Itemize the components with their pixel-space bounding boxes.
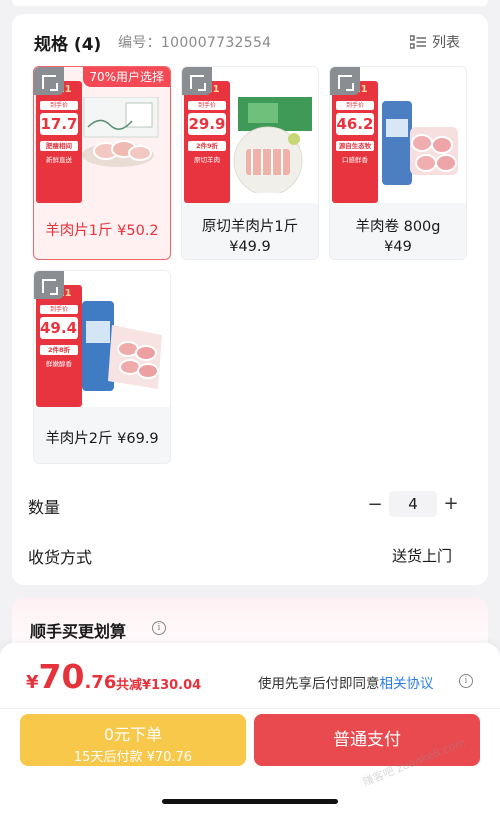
sku-name: 羊肉片2斤 ¥69.9 xyxy=(45,431,159,447)
checkout-bar: ¥70.76 共减¥130.04 使用先享后付即同意相关协议 i 0元下单 15… xyxy=(0,643,500,817)
poster-feature: 肥瘦相间 xyxy=(40,141,78,151)
quantity-plus-button[interactable]: + xyxy=(442,493,460,514)
quantity-minus-button[interactable]: − xyxy=(366,494,384,515)
sku-name: 羊肉卷 800g xyxy=(355,219,441,235)
popularity-badge: 70%用户选择 xyxy=(83,67,170,87)
sku-image: 11.11 到手价 29.9 2件9折 原切羊肉 xyxy=(182,67,318,203)
pay-later-button[interactable]: 0元下单 15天后付款 ¥70.76 xyxy=(20,714,246,766)
poster-feature: 新鲜直送 xyxy=(46,156,72,164)
poster-feature: 口感鲜香 xyxy=(342,156,368,164)
sku-price: ¥49 xyxy=(384,239,412,255)
info-icon[interactable]: i xyxy=(152,621,166,635)
list-icon xyxy=(410,35,426,49)
list-toggle-label: 列表 xyxy=(432,35,460,51)
zoom-icon[interactable] xyxy=(34,271,64,299)
poster-tag: 到手价 xyxy=(336,101,374,110)
poster-price: 49.41 xyxy=(40,317,88,339)
promo-poster: 11.11 到手价 17.7 肥瘦相间 新鲜直送 xyxy=(36,81,82,203)
upsell-title: 顺手买更划算 xyxy=(30,622,127,641)
list-view-toggle[interactable]: 列表 xyxy=(410,32,460,52)
pay-later-title: 0元下单 xyxy=(103,725,163,744)
sku-name: 羊肉片1斤 ¥50.2 xyxy=(45,223,159,239)
quantity-label: 数量 xyxy=(28,498,61,517)
zoom-icon[interactable] xyxy=(182,67,212,95)
zoom-icon[interactable] xyxy=(34,67,64,95)
poster-price: 17.7 xyxy=(40,113,78,135)
product-code: 编号：100007732554 xyxy=(118,35,272,51)
poster-feature: 源自生态牧场 xyxy=(336,141,374,160)
zoom-icon[interactable] xyxy=(330,67,360,95)
product-image xyxy=(82,97,159,167)
poster-feature: 原切羊肉 xyxy=(194,156,220,164)
poster-price: 29.9 xyxy=(188,113,226,135)
sku-price: ¥49.9 xyxy=(229,239,271,255)
home-indicator xyxy=(162,799,338,804)
poster-tag: 到手价 xyxy=(188,101,226,110)
sku-image: 11.11 到手价 46.2 源自生态牧场 口感鲜香 xyxy=(330,67,466,203)
quantity-input[interactable]: 4 xyxy=(389,491,437,517)
promo-poster: 11.11 到手价 29.9 2件9折 原切羊肉 xyxy=(184,81,230,203)
product-image xyxy=(82,301,162,391)
divider xyxy=(0,708,500,709)
sku-option-3[interactable]: 11.11 到手价 46.2 源自生态牧场 口感鲜香 羊肉卷 800g ¥49 xyxy=(329,66,467,260)
currency-symbol: ¥ xyxy=(26,672,39,693)
previous-card-edge xyxy=(12,0,488,6)
price-decimal: .76 xyxy=(84,672,117,693)
promo-poster: 11.11 到手价 49.41 2件8折 鲜嫩醇香 xyxy=(36,285,88,407)
poster-tag: 到手价 xyxy=(40,101,78,110)
sku-option-2[interactable]: 11.11 到手价 29.9 2件9折 原切羊肉 原切羊肉片1斤 ¥49.9 xyxy=(181,66,319,260)
pay-later-subtitle: 15天后付款 ¥70.76 xyxy=(73,750,193,765)
poster-feature: 2件9折 xyxy=(188,141,226,151)
poster-tag: 到手价 xyxy=(40,305,78,314)
poster-feature: 鲜嫩醇香 xyxy=(46,360,72,368)
spec-title: 规格 (4) xyxy=(34,35,102,55)
product-image xyxy=(382,101,458,185)
promo-poster: 11.11 到手价 46.2 源自生态牧场 口感鲜香 xyxy=(332,81,378,203)
sku-name: 原切羊肉片1斤 xyxy=(201,219,299,235)
sku-option-4[interactable]: 11.11 到手价 49.41 2件8折 鲜嫩醇香 羊肉片2斤 ¥69.9 xyxy=(33,270,171,464)
sku-option-1[interactable]: 11.11 到手价 17.7 肥瘦相间 新鲜直送 70%用户选择 羊肉片1斤 ¥… xyxy=(33,66,171,260)
agreement-link[interactable]: 相关协议 xyxy=(380,676,434,692)
agreement-text: 使用先享后付即同意 xyxy=(258,676,380,692)
agreement-notice: 使用先享后付即同意相关协议 xyxy=(258,672,434,692)
delivery-label: 收货方式 xyxy=(28,548,93,567)
poster-feature: 2件8折 xyxy=(40,345,78,355)
spec-header: 规格 (4) 编号：100007732554 列表 xyxy=(34,30,468,55)
sku-image: 11.11 到手价 49.41 2件8折 鲜嫩醇香 xyxy=(34,271,170,407)
total-price: ¥70.76 xyxy=(26,657,116,696)
info-icon[interactable]: i xyxy=(459,674,473,688)
discount-amount: 共减¥130.04 xyxy=(116,678,202,693)
poster-price: 46.2 xyxy=(336,113,374,135)
sku-image: 11.11 到手价 17.7 肥瘦相间 新鲜直送 70%用户选择 xyxy=(34,67,170,203)
price-integer: 70 xyxy=(38,657,85,696)
delivery-method-value[interactable]: 送货上门 xyxy=(392,545,452,566)
product-image xyxy=(233,97,312,193)
